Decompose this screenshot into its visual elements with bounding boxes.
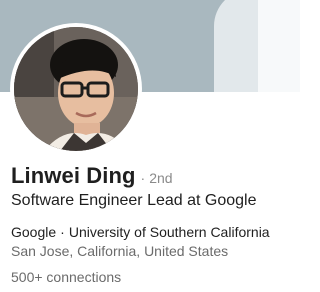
name-row: Linwei Ding · 2nd [11, 163, 173, 191]
profile-location: San Jose, California, United States [11, 243, 229, 259]
profile-name: Linwei Ding [11, 163, 136, 188]
school-link[interactable]: University of Southern California [69, 224, 270, 240]
company-school-separator: · [60, 224, 65, 240]
profile-headline: Software Engineer Lead at Google [11, 192, 257, 209]
connection-degree: 2nd [149, 170, 173, 186]
name-separator: · [140, 170, 146, 186]
banner-highlight [258, 0, 300, 92]
profile-card: Linwei Ding · 2nd Software Engineer Lead… [0, 0, 300, 292]
profile-photo-icon [14, 27, 138, 151]
company-education-row: Google · University of Southern California [11, 224, 270, 240]
connections-link[interactable]: 500+ connections [11, 269, 121, 285]
current-company-link[interactable]: Google [11, 224, 56, 240]
avatar[interactable] [14, 27, 138, 151]
